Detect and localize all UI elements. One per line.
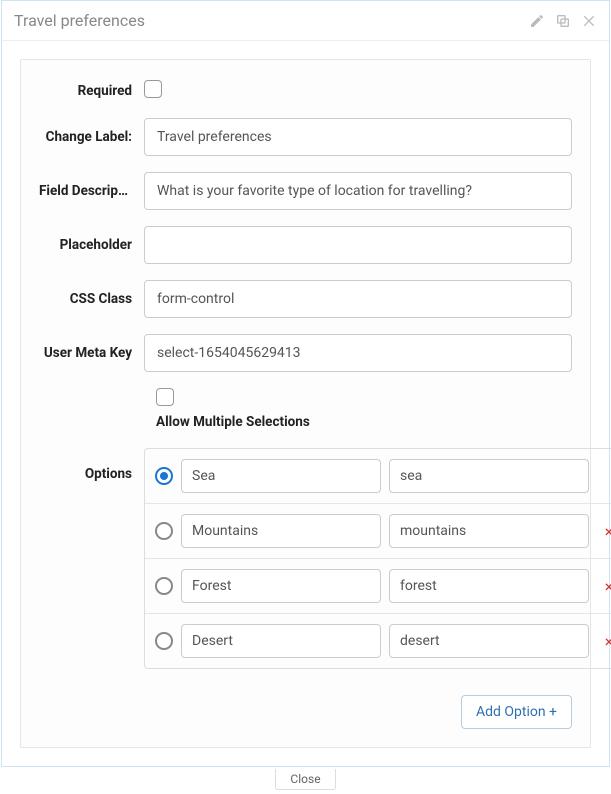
- option-default-radio[interactable]: [155, 522, 173, 540]
- option-default-radio[interactable]: [155, 632, 173, 650]
- close-icon[interactable]: [581, 13, 597, 29]
- option-row: ×: [145, 559, 611, 614]
- remove-option-icon[interactable]: ×: [597, 577, 611, 596]
- row-meta-key: User Meta Key: [39, 334, 572, 372]
- option-label-input[interactable]: [181, 624, 381, 658]
- options-list: × × ×: [144, 448, 611, 669]
- row-allow-multi: Allow Multiple Selections: [156, 388, 572, 430]
- label-allow-multi: Allow Multiple Selections: [156, 414, 572, 430]
- description-input[interactable]: [144, 172, 572, 210]
- remove-option-icon[interactable]: ×: [597, 632, 611, 651]
- option-row: ×: [145, 614, 611, 668]
- option-value-input[interactable]: [389, 624, 589, 658]
- label-css-class: CSS Class: [39, 291, 144, 307]
- window-title: Travel preferences: [14, 11, 145, 30]
- allow-multi-checkbox[interactable]: [156, 388, 174, 406]
- label-required: Required: [39, 83, 144, 99]
- row-css-class: CSS Class: [39, 280, 572, 318]
- option-row: [145, 449, 611, 504]
- option-value-input[interactable]: [389, 569, 589, 603]
- option-row: ×: [145, 504, 611, 559]
- change-label-input[interactable]: [144, 118, 572, 156]
- label-change-label: Change Label:: [39, 129, 144, 145]
- add-option-row: Add Option +: [39, 685, 572, 729]
- field-editor-window: Travel preferences Required Change Label…: [1, 0, 610, 767]
- option-label-input[interactable]: [181, 459, 381, 493]
- label-meta-key: User Meta Key: [39, 345, 144, 361]
- titlebar: Travel preferences: [2, 1, 609, 41]
- footer: Close: [0, 767, 611, 794]
- row-required: Required: [39, 80, 572, 102]
- option-label-input[interactable]: [181, 569, 381, 603]
- required-checkbox[interactable]: [144, 80, 162, 98]
- content-area: Required Change Label: Field Descript...…: [2, 41, 609, 766]
- placeholder-input[interactable]: [144, 226, 572, 264]
- form-panel: Required Change Label: Field Descript...…: [20, 59, 591, 748]
- copy-icon[interactable]: [555, 13, 571, 29]
- titlebar-actions: [529, 13, 597, 29]
- close-button[interactable]: Close: [275, 769, 335, 790]
- add-option-button[interactable]: Add Option +: [461, 695, 572, 729]
- row-change-label: Change Label:: [39, 118, 572, 156]
- label-description: Field Descript...: [39, 183, 144, 199]
- row-placeholder: Placeholder: [39, 226, 572, 264]
- row-description: Field Descript...: [39, 172, 572, 210]
- option-value-input[interactable]: [389, 459, 589, 493]
- remove-option-icon[interactable]: ×: [597, 522, 611, 541]
- option-value-input[interactable]: [389, 514, 589, 548]
- pencil-icon[interactable]: [529, 13, 545, 29]
- css-class-input[interactable]: [144, 280, 572, 318]
- label-placeholder: Placeholder: [39, 237, 144, 253]
- label-options: Options: [39, 448, 144, 482]
- row-options: Options ×××: [39, 448, 572, 669]
- option-label-input[interactable]: [181, 514, 381, 548]
- meta-key-input[interactable]: [144, 334, 572, 372]
- option-default-radio[interactable]: [155, 467, 173, 485]
- option-default-radio[interactable]: [155, 577, 173, 595]
